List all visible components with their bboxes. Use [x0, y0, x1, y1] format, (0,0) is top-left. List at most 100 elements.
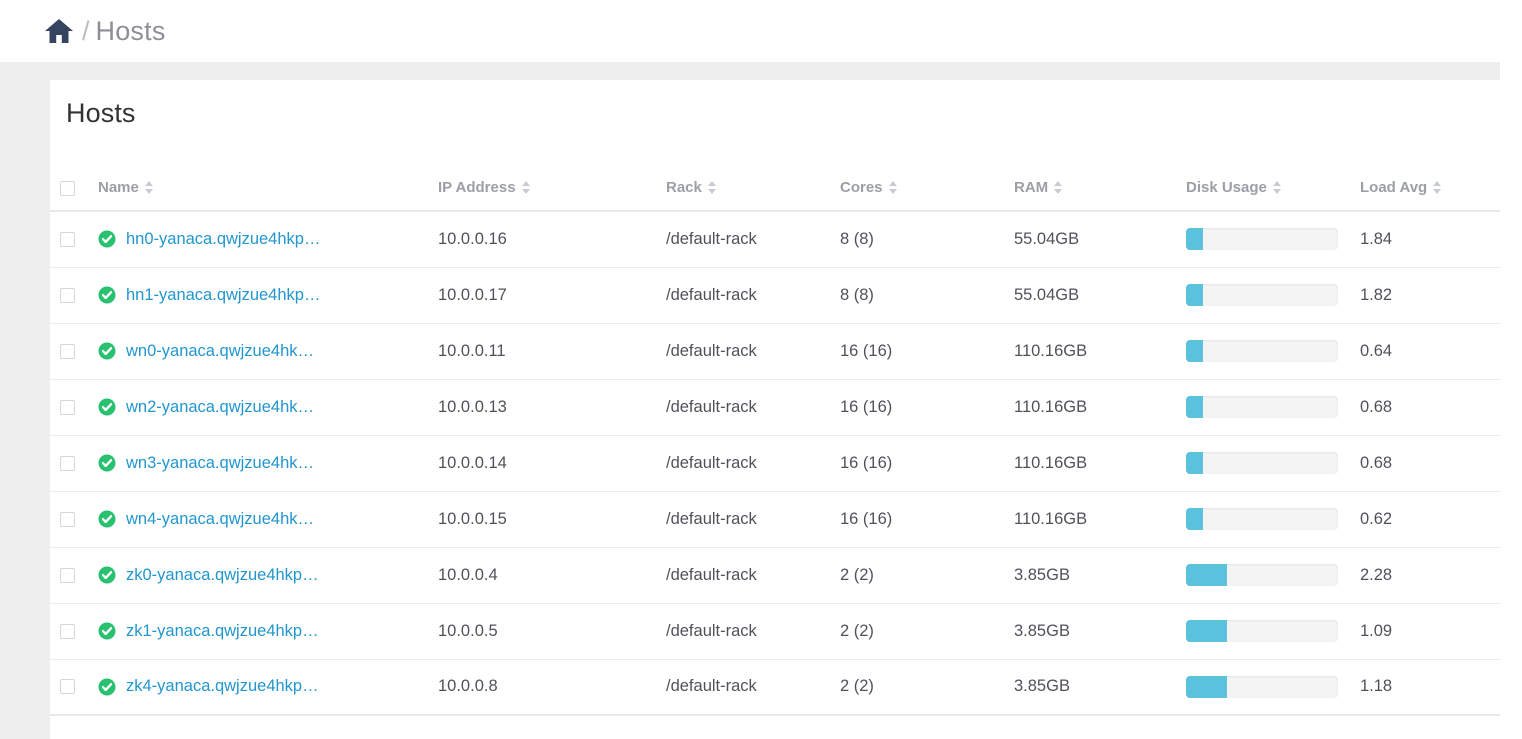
rack-cell: /default-rack	[666, 323, 840, 380]
breadcrumb-current: Hosts	[95, 15, 166, 46]
column-header-label: Cores	[840, 179, 883, 196]
cores-cell: 2 (2)	[840, 603, 1014, 660]
column-header-cores[interactable]: Cores	[840, 179, 1014, 212]
disk-usage-bar	[1186, 284, 1338, 306]
row-select-cell	[50, 603, 98, 660]
disk-usage-bar	[1186, 228, 1338, 251]
column-header-label: Load Avg	[1360, 179, 1428, 196]
ram-cell: 55.04GB	[1014, 267, 1186, 324]
table-row[interactable]: zk4-yanaca.qwjzue4hkp… 10.0.0.8 /default…	[50, 659, 1500, 716]
select-all-checkbox[interactable]	[60, 180, 75, 196]
sort-icon[interactable]	[888, 180, 898, 195]
column-header-label: Name	[98, 179, 139, 196]
rack-cell: /default-rack	[666, 491, 840, 548]
ram-cell: 110.16GB	[1014, 491, 1186, 548]
column-header-label: Disk Usage	[1186, 179, 1267, 196]
table-row[interactable]: wn2-yanaca.qwjzue4hk… 10.0.0.13 /default…	[50, 379, 1500, 436]
table-row[interactable]: wn3-yanaca.qwjzue4hk… 10.0.0.14 /default…	[50, 435, 1500, 492]
host-link[interactable]: wn3-yanaca.qwjzue4hk…	[126, 454, 314, 473]
rack-cell: /default-rack	[666, 267, 840, 324]
load-avg-cell: 0.62	[1360, 491, 1500, 548]
sort-icon[interactable]	[1272, 180, 1282, 195]
table-body: hn0-yanaca.qwjzue4hkp… 10.0.0.16 /defaul…	[50, 211, 1500, 716]
row-checkbox[interactable]	[60, 287, 75, 303]
host-name-cell: zk0-yanaca.qwjzue4hkp…	[98, 547, 438, 604]
ip-address-cell: 10.0.0.8	[438, 659, 666, 716]
status-ok-icon	[98, 454, 116, 472]
sort-icon[interactable]	[521, 180, 531, 195]
table-row[interactable]: hn0-yanaca.qwjzue4hkp… 10.0.0.16 /defaul…	[50, 211, 1500, 268]
cores-cell: 2 (2)	[840, 659, 1014, 716]
ram-cell: 110.16GB	[1014, 379, 1186, 436]
cores-cell: 16 (16)	[840, 491, 1014, 548]
load-avg-cell: 0.64	[1360, 323, 1500, 380]
table-row[interactable]: zk1-yanaca.qwjzue4hkp… 10.0.0.5 /default…	[50, 603, 1500, 660]
status-ok-icon	[98, 622, 116, 640]
table-row[interactable]: wn0-yanaca.qwjzue4hk… 10.0.0.11 /default…	[50, 323, 1500, 380]
host-link[interactable]: zk4-yanaca.qwjzue4hkp…	[126, 677, 319, 696]
host-link[interactable]: hn1-yanaca.qwjzue4hkp…	[126, 286, 320, 305]
host-name-cell: wn3-yanaca.qwjzue4hk…	[98, 435, 438, 492]
disk-usage-fill	[1186, 508, 1203, 530]
column-header-disk-usage[interactable]: Disk Usage	[1186, 179, 1360, 212]
ip-address-cell: 10.0.0.15	[438, 491, 666, 548]
disk-usage-bar	[1186, 396, 1338, 418]
disk-usage-cell	[1186, 267, 1360, 324]
host-link[interactable]: zk1-yanaca.qwjzue4hkp…	[126, 622, 319, 641]
row-checkbox[interactable]	[60, 567, 75, 583]
host-link[interactable]: wn2-yanaca.qwjzue4hk…	[126, 398, 314, 417]
cores-cell: 16 (16)	[840, 379, 1014, 436]
column-header-load-avg[interactable]: Load Avg	[1360, 179, 1500, 212]
row-checkbox[interactable]	[60, 343, 75, 359]
sort-icon[interactable]	[1433, 180, 1442, 195]
column-header-name[interactable]: Name	[98, 179, 438, 212]
rack-cell: /default-rack	[666, 659, 840, 716]
ram-cell: 3.85GB	[1014, 547, 1186, 604]
host-link[interactable]: wn4-yanaca.qwjzue4hk…	[126, 510, 314, 529]
column-header-ram[interactable]: RAM	[1014, 179, 1186, 212]
rack-cell: /default-rack	[666, 435, 840, 492]
disk-usage-bar	[1186, 564, 1338, 586]
column-header-rack[interactable]: Rack	[666, 179, 840, 212]
status-ok-icon	[98, 286, 116, 304]
ip-address-cell: 10.0.0.11	[438, 323, 666, 380]
breadcrumb-separator: /	[82, 15, 90, 46]
cores-cell: 16 (16)	[840, 323, 1014, 380]
column-header-label: RAM	[1014, 179, 1049, 196]
cores-cell: 8 (8)	[840, 211, 1014, 268]
disk-usage-bar	[1186, 675, 1338, 698]
disk-usage-fill	[1186, 452, 1203, 474]
row-checkbox[interactable]	[60, 231, 75, 247]
cores-cell: 8 (8)	[840, 267, 1014, 324]
disk-usage-cell	[1186, 379, 1360, 436]
sort-icon[interactable]	[707, 180, 717, 195]
rack-cell: /default-rack	[666, 603, 840, 660]
row-checkbox[interactable]	[60, 455, 75, 471]
cores-cell: 2 (2)	[840, 547, 1014, 604]
table-row[interactable]: wn4-yanaca.qwjzue4hk… 10.0.0.15 /default…	[50, 491, 1500, 548]
table-row[interactable]: zk0-yanaca.qwjzue4hkp… 10.0.0.4 /default…	[50, 547, 1500, 604]
breadcrumb: / Hosts	[0, 0, 1522, 62]
row-select-cell	[50, 323, 98, 380]
disk-usage-fill	[1186, 340, 1203, 362]
page-body: Hosts Name IP Address Rack Cores RAM Dis…	[0, 62, 1522, 739]
row-checkbox[interactable]	[60, 679, 75, 695]
column-header-ip-address[interactable]: IP Address	[438, 179, 666, 212]
sort-icon[interactable]	[1054, 180, 1063, 195]
table-row[interactable]: hn1-yanaca.qwjzue4hkp… 10.0.0.17 /defaul…	[50, 267, 1500, 324]
host-link[interactable]: wn0-yanaca.qwjzue4hk…	[126, 342, 314, 361]
row-select-cell	[50, 547, 98, 604]
host-link[interactable]: zk0-yanaca.qwjzue4hkp…	[126, 566, 319, 585]
disk-usage-cell	[1186, 491, 1360, 548]
row-checkbox[interactable]	[60, 511, 75, 527]
disk-usage-bar	[1186, 508, 1338, 530]
sort-icon[interactable]	[144, 180, 154, 195]
host-name-cell: zk4-yanaca.qwjzue4hkp…	[98, 659, 438, 716]
row-checkbox[interactable]	[60, 399, 75, 415]
home-icon[interactable]	[44, 18, 74, 44]
page-title: Hosts	[66, 98, 136, 128]
row-checkbox[interactable]	[60, 623, 75, 639]
ram-cell: 3.85GB	[1014, 603, 1186, 660]
ip-address-cell: 10.0.0.17	[438, 267, 666, 324]
host-link[interactable]: hn0-yanaca.qwjzue4hkp…	[126, 230, 320, 249]
